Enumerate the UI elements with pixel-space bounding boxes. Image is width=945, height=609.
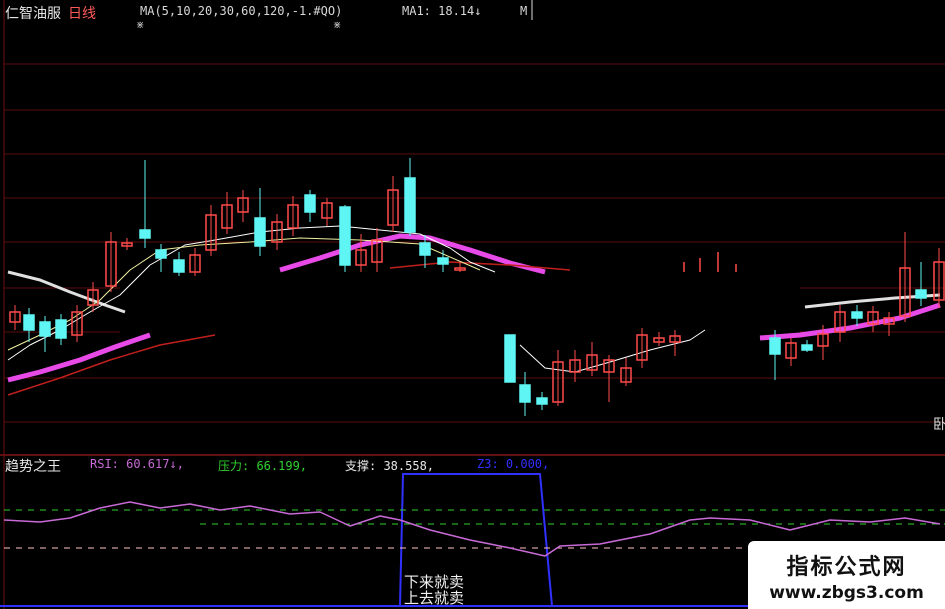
candle-body-41	[801, 344, 813, 351]
candle-body-10	[173, 259, 185, 273]
ma-more-value: M	[520, 4, 528, 18]
candle-body-44	[851, 311, 863, 319]
candle-body-39	[769, 337, 781, 355]
indicator-name: 趋势之王	[5, 459, 61, 475]
candle-body-28	[504, 334, 516, 383]
z3-value: Z3: 0.000,	[477, 457, 550, 471]
candle-body-30	[536, 397, 548, 405]
ma-line-magenta-mid	[279, 233, 546, 275]
asterisk-marker-2: ⋇	[333, 20, 342, 31]
candle-body-3	[55, 319, 67, 339]
candle-body-20	[339, 206, 351, 266]
ma1-value: MA1: 18.14↓	[402, 4, 482, 18]
annotation-up-sell: 上去就卖	[404, 589, 465, 607]
edge-char: 卧	[933, 417, 945, 433]
ma-line-red-left	[7, 334, 216, 396]
candle-body-15	[254, 217, 266, 247]
candle-body-18	[304, 194, 316, 213]
period-label[interactable]: 日线	[68, 3, 96, 23]
ma-params: MA(5,10,20,30,60,120,-1.#QO)	[140, 4, 343, 18]
candle-body-25	[419, 242, 431, 256]
watermark-title: 指标公式网	[786, 555, 907, 580]
pressure-value: 压力: 66.199,	[218, 459, 308, 473]
watermark-url: www.zbgs3.com	[769, 583, 924, 603]
occluded-region	[120, 273, 800, 335]
kline-chart-window[interactable]: 仁智油服 日线 MA(5,10,20,30,60,120,-1.#QO) MA1…	[0, 0, 945, 609]
watermark-logo: 指标公式网 www.zbgs3.com	[748, 541, 945, 609]
support-value: 支撑: 38.558,	[345, 459, 435, 473]
stock-name: 仁智油服	[5, 6, 61, 22]
candle-body-8	[139, 229, 151, 239]
candle-body-26	[437, 257, 449, 265]
candle-body-48	[915, 289, 927, 299]
candle-body-9	[155, 249, 167, 259]
candle-body-2	[39, 321, 51, 337]
candle-body-24	[404, 177, 416, 233]
rsi-value: RSI: 60.617↓,	[90, 457, 184, 471]
asterisk-marker-1: ⋇	[136, 20, 145, 31]
candle-body-29	[519, 384, 531, 403]
chart-canvas[interactable]	[0, 0, 945, 609]
candle-body-1	[23, 314, 35, 331]
